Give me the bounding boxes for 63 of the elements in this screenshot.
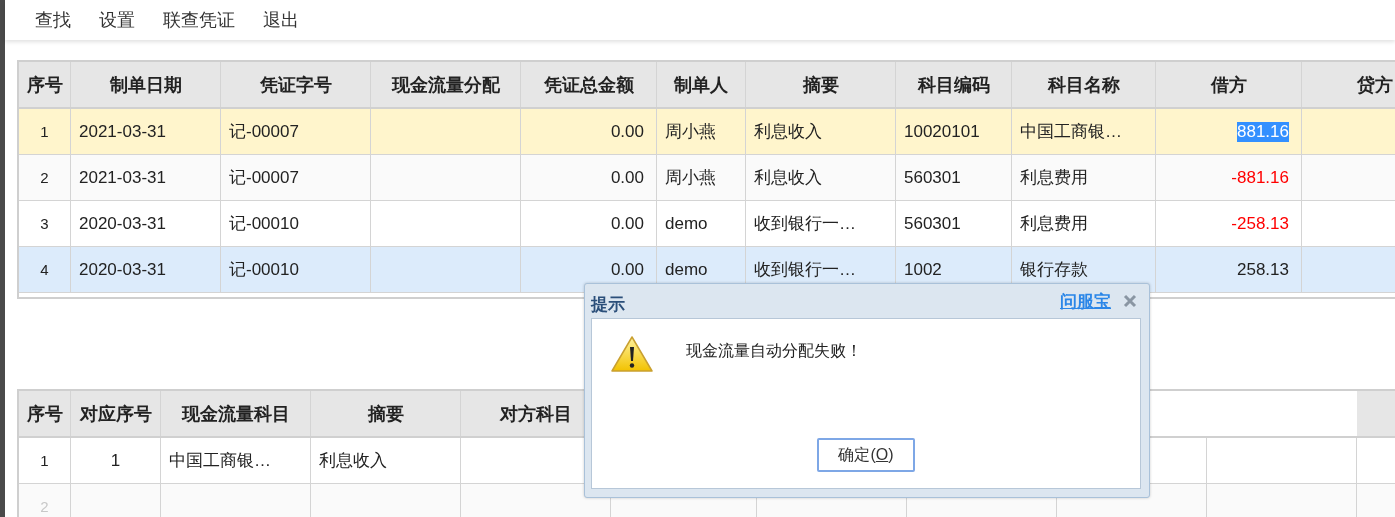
table-cell: 2 <box>19 155 71 200</box>
column-header[interactable]: 科目名称 <box>1012 62 1156 107</box>
table-cell: 560301 <box>896 201 1012 246</box>
table-cell: 10020101 <box>896 109 1012 154</box>
table-cell: 收到银行一… <box>746 201 896 246</box>
table-cell: -881.16 <box>1156 155 1302 200</box>
column-header[interactable]: 科目编码 <box>896 62 1012 107</box>
table-cell: 2021-03-31 <box>71 155 221 200</box>
toolbar-button[interactable]: 联查凭证 <box>151 8 247 32</box>
table-row[interactable]: 3 2020-03-31 记-00010 0.00 demo 收到银行一… 560301 利息费用 -258.13 <box>19 201 1395 247</box>
table-row[interactable]: 2 2021-03-31 记-00007 0.00 周小燕 利息收入 560301 利息费用 -881.16 <box>19 155 1395 201</box>
table-cell: 2021-03-31 <box>71 109 221 154</box>
column-header[interactable]: 制单日期 <box>71 62 221 107</box>
table-cell: 利息收入 <box>746 155 896 200</box>
table-cell: 2020-03-31 <box>71 201 221 246</box>
close-icon[interactable] <box>1123 294 1137 308</box>
table-cell: 2020-03-31 <box>71 247 221 292</box>
table-cell: 利息收入 <box>311 438 461 483</box>
toolbar-button[interactable]: 设置 <box>87 8 147 32</box>
column-header[interactable]: 现金流量分配 <box>371 62 521 107</box>
toolbar-button[interactable]: 退出 <box>251 8 311 32</box>
ok-button[interactable]: 确定(O) <box>817 438 915 472</box>
table-cell: 1 <box>19 438 71 483</box>
warning-icon <box>610 335 654 373</box>
column-header[interactable]: 现金流量科目 <box>161 391 311 436</box>
column-header[interactable]: 对应序号 <box>71 391 161 436</box>
table-cell: 周小燕 <box>657 155 746 200</box>
table-cell: 3 <box>19 201 71 246</box>
table-cell: 258.13 <box>1156 247 1302 292</box>
toolbar-button[interactable]: 查找 <box>23 8 83 32</box>
column-header[interactable]: 凭证字号 <box>221 62 371 107</box>
table-cell: 中国工商银… <box>161 438 311 483</box>
table-cell: 周小燕 <box>657 109 746 154</box>
column-header[interactable]: 序号 <box>19 391 71 436</box>
table-cell: 利息收入 <box>746 109 896 154</box>
table-cell: 利息费用 <box>1012 155 1156 200</box>
dialog-message: 现金流量自动分配失败！ <box>686 341 862 361</box>
table-cell: 中国工商银… <box>1012 109 1156 154</box>
column-header[interactable]: 摘要 <box>746 62 896 107</box>
table-row[interactable]: 1 2021-03-31 记-00007 0.00 周小燕 利息收入 10020101 中国工商银… 881.16 <box>19 109 1395 155</box>
table-cell: 881.16 <box>1156 109 1302 154</box>
dialog-title: 提示 <box>591 293 625 316</box>
column-header[interactable]: 制单人 <box>657 62 746 107</box>
column-header[interactable]: 摘要 <box>311 391 461 436</box>
column-header[interactable]: 贷方 <box>1302 62 1395 107</box>
table-cell: 4 <box>19 247 71 292</box>
column-header[interactable]: 序号 <box>19 62 71 107</box>
column-header[interactable]: 借方 <box>1156 62 1302 107</box>
table-cell: 利息费用 <box>1012 201 1156 246</box>
table-cell: 记-00007 <box>221 155 371 200</box>
table-cell: 记-00007 <box>221 109 371 154</box>
table-cell: -258.13 <box>1156 201 1302 246</box>
table-cell: 记-00010 <box>221 201 371 246</box>
column-header[interactable]: 凭证总金额 <box>521 62 657 107</box>
table-row[interactable]: 4 2020-03-31 记-00010 0.00 demo 收到银行一… 1002 银行存款 258.13 <box>19 247 1395 293</box>
table-cell: 0.00 <box>521 109 657 154</box>
table-cell: 0.00 <box>521 155 657 200</box>
table-cell: 560301 <box>896 155 1012 200</box>
table-cell: 0.00 <box>521 201 657 246</box>
table-cell: 记-00010 <box>221 247 371 292</box>
table-cell: 1 <box>19 109 71 154</box>
table-cell: 1 <box>71 438 161 483</box>
table-cell: demo <box>657 201 746 246</box>
